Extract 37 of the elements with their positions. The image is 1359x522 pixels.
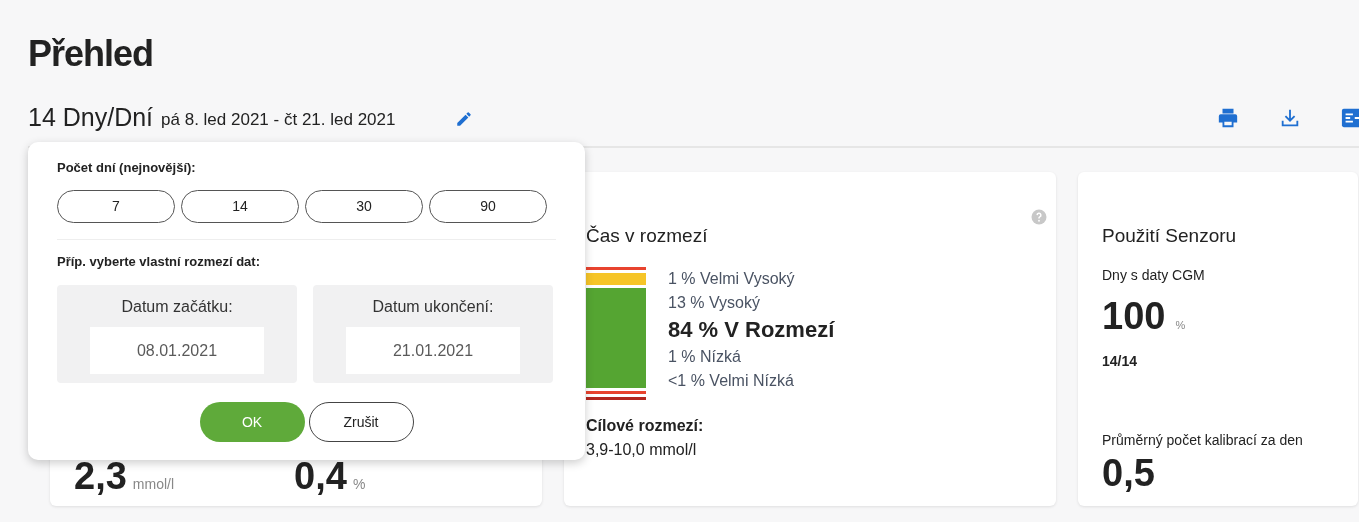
print-icon[interactable]: [1217, 107, 1239, 129]
section-label: Počet dní (nejnovější):: [57, 159, 197, 177]
range-label: 1 % Nízká: [668, 346, 742, 367]
day-count: 14/14: [1102, 351, 1139, 371]
range-label: 84 % V Rozmezí: [668, 315, 835, 344]
day-option-button[interactable]: 30: [305, 189, 423, 223]
metric-value: 0,4: [294, 454, 347, 499]
range-label: 13 % Vysoký: [668, 292, 761, 313]
download-icon[interactable]: [1279, 107, 1301, 129]
period-days: 14 Dny/Dní: [28, 99, 154, 137]
date-label: Datum ukončení:: [372, 297, 494, 317]
export-icon[interactable]: [1341, 107, 1359, 129]
page-title: Přehled: [28, 32, 155, 76]
metric-unit: %: [352, 475, 366, 494]
metric-unit: mmol/l: [132, 475, 175, 494]
cancel-button[interactable]: Zrušit: [308, 402, 414, 442]
target-label: Cílové rozmezí:: [586, 415, 705, 436]
date-input[interactable]: 21.01.2021: [346, 327, 520, 374]
section-label: Příp. vyberte vlastní rozmezí dat:: [57, 252, 261, 271]
metric-value: 0,5: [1102, 450, 1156, 495]
card-title: Použití Senzoru: [1102, 224, 1238, 248]
card-title: Čas v rozmezí: [586, 224, 709, 248]
edit-icon[interactable]: [455, 110, 474, 128]
metric-value: 2,3: [74, 454, 127, 499]
metric-label: Průměrný počet kalibrací za den: [1102, 430, 1304, 450]
range-label: <1 % Velmi Nízká: [668, 370, 795, 391]
period-range: pá 8. led 2021 - čt 21. led 2021: [161, 109, 396, 132]
date-label: Datum začátku:: [121, 297, 233, 317]
day-option-button[interactable]: 90: [429, 189, 547, 223]
range-label: 1 % Velmi Vysoký: [668, 268, 796, 289]
metric-label: Dny s daty CGM: [1102, 265, 1206, 285]
date-input[interactable]: 08.01.2021: [90, 327, 264, 374]
metric-unit: %: [1175, 317, 1186, 333]
day-option-button[interactable]: 14: [181, 189, 299, 223]
metric-value: 100: [1102, 293, 1166, 339]
target-value: 3,9-10,0 mmol/l: [586, 439, 698, 460]
day-option-button[interactable]: 7: [57, 189, 175, 223]
